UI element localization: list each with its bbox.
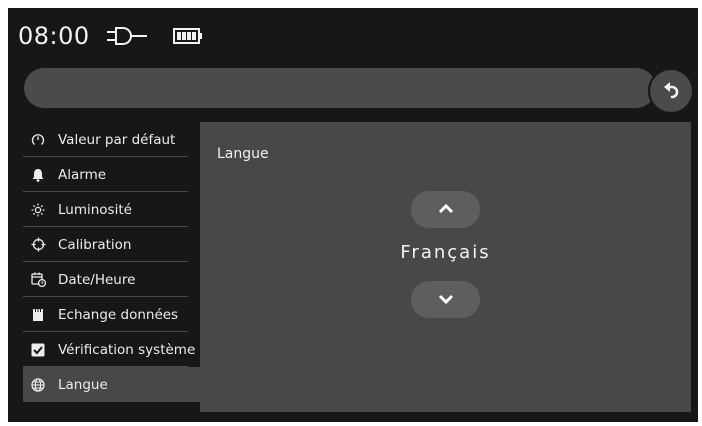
- sidebar-item-label: Alarme: [58, 166, 107, 183]
- globe-icon: [30, 377, 46, 393]
- sidebar-item-date-time[interactable]: Date/Heure: [23, 262, 200, 297]
- sidebar-item-brightness[interactable]: Luminosité: [23, 192, 200, 227]
- battery-icon: [173, 28, 203, 48]
- sidebar-item-label: Echange données: [58, 306, 179, 323]
- sidebar-item-default-value[interactable]: Valeur par défaut: [23, 122, 200, 157]
- language-down-button[interactable]: [411, 281, 480, 318]
- sidebar-item-system-check[interactable]: Vérification système: [23, 332, 200, 367]
- panel-title: Langue: [217, 146, 269, 162]
- chevron-down-icon: [438, 290, 454, 309]
- back-button[interactable]: [648, 68, 694, 114]
- plug-icon: [105, 26, 157, 50]
- crosshair-icon: [30, 237, 46, 253]
- sidebar-item-alarm[interactable]: Alarme: [23, 157, 200, 192]
- settings-menu: Valeur par défaut Alarme Luminosité Cali…: [23, 122, 200, 412]
- sidebar-item-label: Calibration: [58, 236, 132, 253]
- sidebar-item-label: Vérification système: [58, 341, 196, 358]
- checkbox-icon: [30, 342, 46, 358]
- clock-time: 08:00: [18, 22, 90, 50]
- timer-icon: [30, 132, 46, 148]
- sidebar-item-calibration[interactable]: Calibration: [23, 227, 200, 262]
- chevron-up-icon: [438, 200, 454, 219]
- sidebar-item-label: Luminosité: [58, 201, 132, 218]
- language-up-button[interactable]: [411, 191, 480, 228]
- bell-icon: [30, 167, 46, 183]
- sidebar-item-label: Date/Heure: [58, 271, 136, 288]
- sd-card-icon: [30, 307, 46, 323]
- device-screen: 08:00 Valeur par défaut Alarme Luminosit…: [8, 8, 698, 422]
- sidebar-item-data-exchange[interactable]: Echange données: [23, 297, 200, 332]
- sidebar-item-language[interactable]: Langue: [23, 367, 200, 402]
- header-bar: [24, 68, 656, 108]
- sidebar-item-label: Langue: [58, 376, 108, 393]
- language-panel: Langue Français: [200, 122, 691, 412]
- status-bar: 08:00: [8, 8, 698, 68]
- calendar-clock-icon: [30, 272, 46, 288]
- sidebar-item-label: Valeur par défaut: [58, 131, 176, 148]
- back-arrow-icon: [661, 79, 681, 103]
- brightness-icon: [30, 202, 46, 218]
- selected-language: Français: [400, 242, 491, 263]
